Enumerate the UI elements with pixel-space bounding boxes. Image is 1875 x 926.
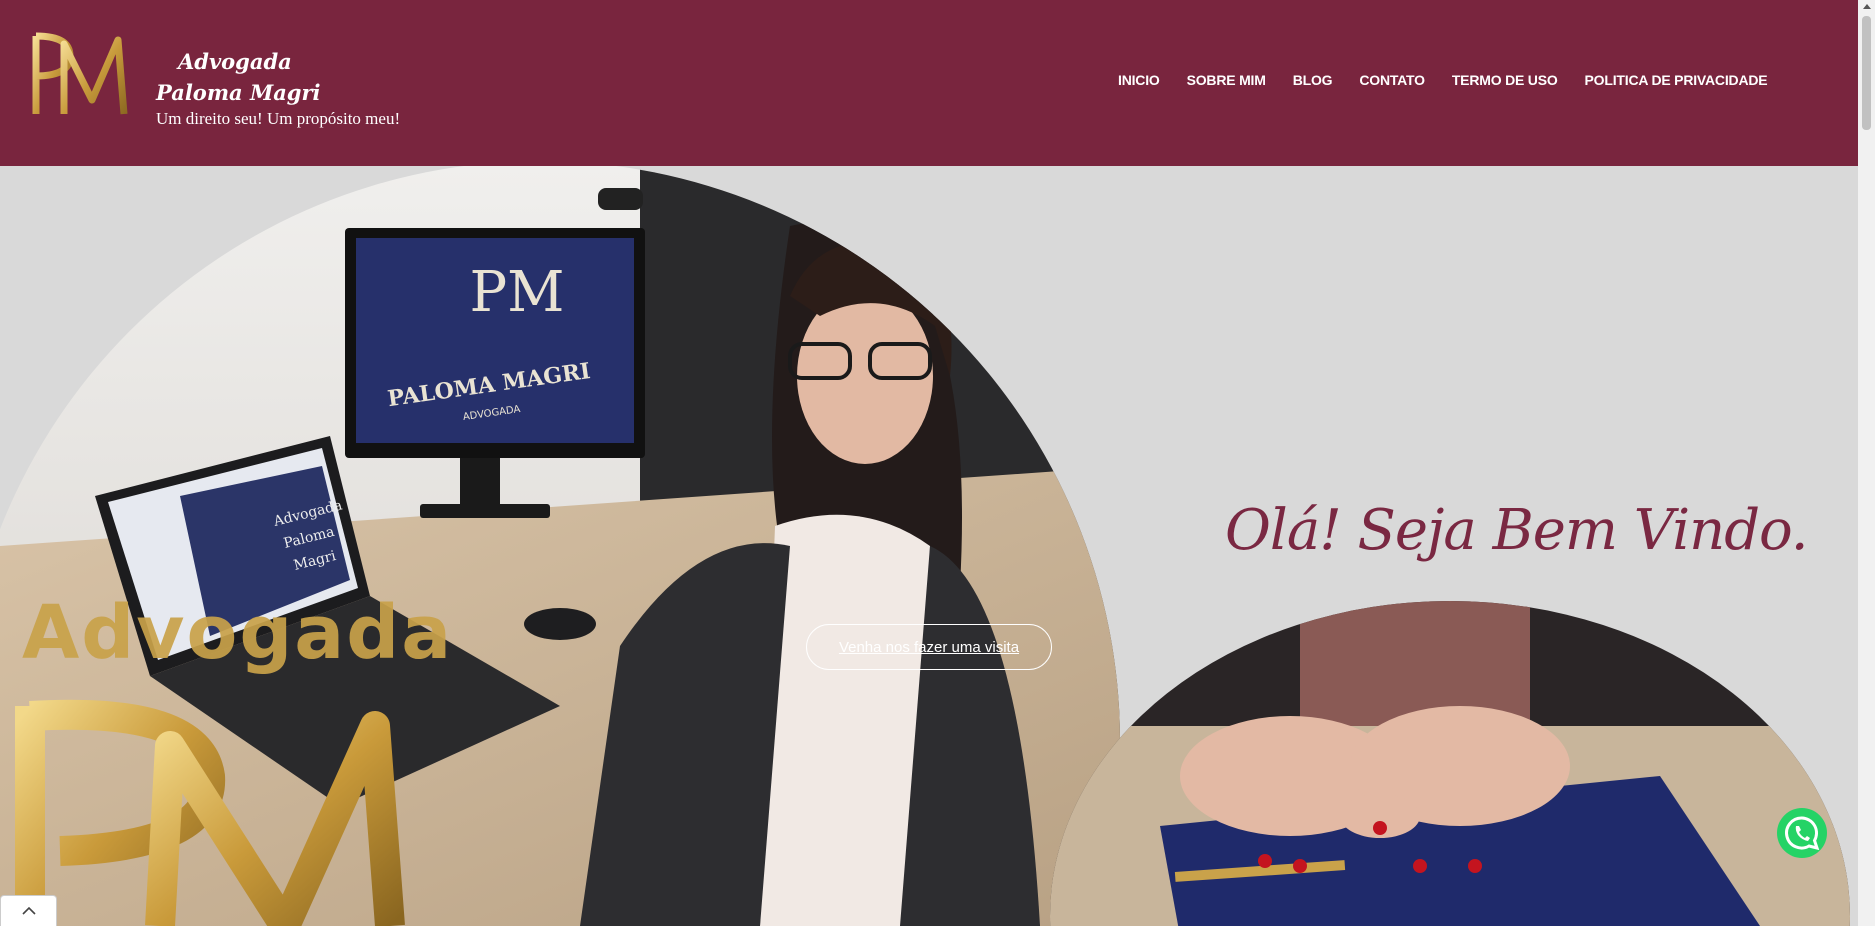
whatsapp-icon[interactable] xyxy=(1777,808,1827,858)
visit-button[interactable]: Venha nos fazer uma visita xyxy=(806,624,1052,670)
page-scrollbar[interactable] xyxy=(1858,0,1875,926)
scroll-up-arrow-icon[interactable] xyxy=(1863,4,1871,9)
nav-item-blog[interactable]: BLOG xyxy=(1293,72,1333,88)
hero-section: PM PALOMA MAGRI ADVOGADA Advogada Paloma… xyxy=(0,166,1858,926)
nav-item-inicio[interactable]: INICIO xyxy=(1118,72,1160,88)
main-nav: INICIO SOBRE MIM BLOG CONTATO TERMO DE U… xyxy=(1118,72,1794,88)
brand-line-1: Advogada xyxy=(178,49,292,74)
tagline: Um direito seu! Um propósito meu! xyxy=(156,109,401,128)
brand-name[interactable]: Advogada Paloma Magri xyxy=(156,46,321,108)
nav-item-sobre-mim[interactable]: SOBRE MIM xyxy=(1187,72,1266,88)
brand-line-2: Paloma Magri xyxy=(156,80,321,105)
svg-text:PM: PM xyxy=(469,260,564,325)
site-header: Advogada Paloma Magri Um direito seu! Um… xyxy=(0,0,1858,166)
nav-item-politica-de-privacidade[interactable]: POLITICA DE PRIVACIDADE xyxy=(1585,72,1768,88)
scrollbar-thumb[interactable] xyxy=(1862,16,1871,130)
overlay-advogada: Advogada xyxy=(22,590,454,676)
welcome-heading: Olá! Seja Bem Vindo. xyxy=(1225,498,1809,563)
back-to-top-button[interactable] xyxy=(0,895,57,926)
hands-photo xyxy=(1050,601,1850,926)
nav-item-termo-de-uso[interactable]: TERMO DE USO xyxy=(1452,72,1558,88)
logo-icon[interactable] xyxy=(30,30,132,120)
nav-item-contato[interactable]: CONTATO xyxy=(1359,72,1425,88)
chevron-up-icon xyxy=(21,906,36,915)
